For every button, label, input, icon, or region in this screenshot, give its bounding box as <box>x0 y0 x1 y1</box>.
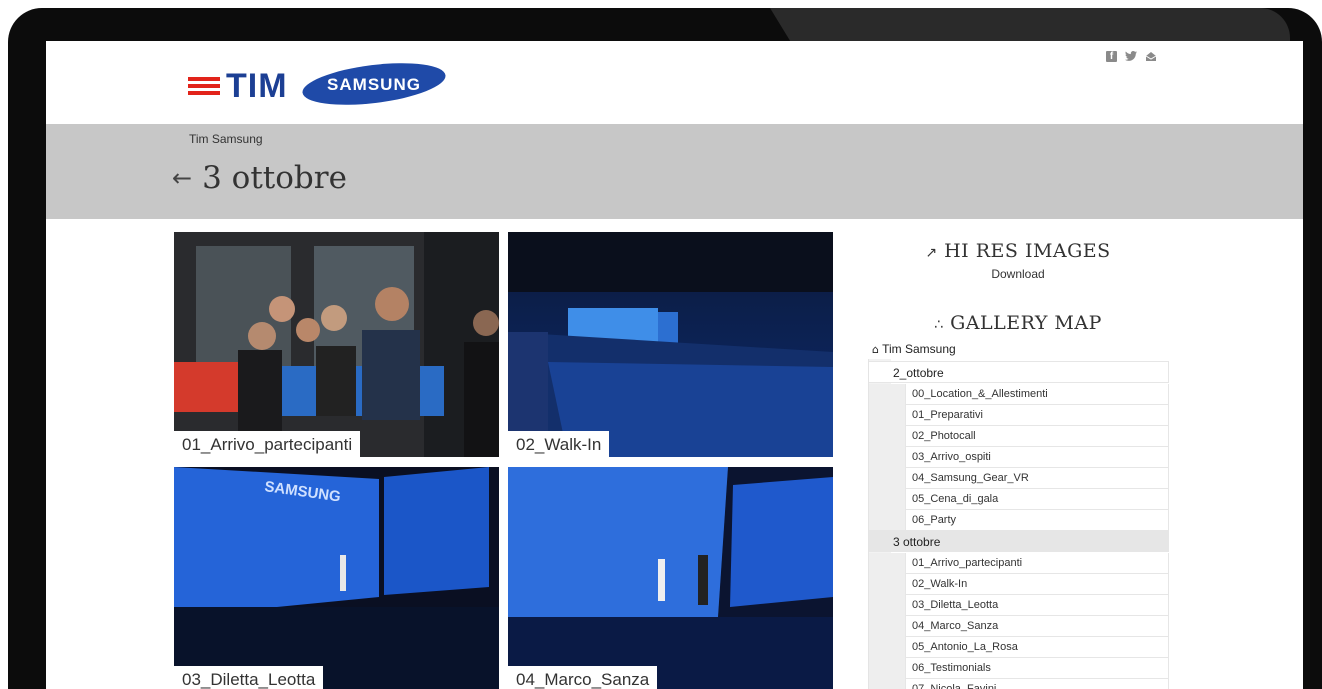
samsung-logo[interactable]: SAMSUNG <box>300 62 448 106</box>
tile-caption: 01_Arrivo_partecipanti <box>174 431 361 457</box>
gallery-tile[interactable]: 01_Arrivo_partecipanti <box>174 232 499 457</box>
tree-group-2-ottobre[interactable]: 2_ottobre <box>869 361 1169 383</box>
page-title: ← 3 ottobre <box>172 160 347 196</box>
tree-item[interactable]: 00_Location_&_Allestimenti <box>905 384 1169 405</box>
tree-item[interactable]: 05_Cena_di_gala <box>905 489 1169 510</box>
tile-photo-walkin <box>508 232 833 457</box>
gallery-tile[interactable]: 04_Marco_Sanza <box>508 467 833 689</box>
tree-item[interactable]: 06_Testimonials <box>905 658 1169 679</box>
external-link-icon: ↗ <box>925 245 938 261</box>
tree-item[interactable]: 01_Arrivo_partecipanti <box>905 553 1169 574</box>
gallery-tile[interactable]: SAMSUNG 03_Diletta_Leotta <box>174 467 499 689</box>
home-icon: ⌂ <box>872 343 879 356</box>
tree-item[interactable]: 02_Walk-In <box>905 574 1169 595</box>
tile-photo-arrivals <box>174 232 499 457</box>
tile-caption: 03_Diletta_Leotta <box>174 666 324 689</box>
hires-title: HI RES IMAGES <box>944 240 1111 262</box>
download-link[interactable]: Download <box>868 267 1168 281</box>
gallery-tree: 2_ottobre 00_Location_&_Allestimenti 01_… <box>868 359 1169 689</box>
tile-caption: 04_Marco_Sanza <box>508 666 658 689</box>
tim-logo-mark <box>188 77 220 95</box>
site-header: TIM SAMSUNG f <box>46 41 1303 124</box>
bezel-reflection <box>770 8 1290 42</box>
tree-item[interactable]: 03_Arrivo_ospiti <box>905 447 1169 468</box>
tree-group-3-ottobre[interactable]: 3 ottobre <box>869 530 1169 552</box>
browser-screen: TIM SAMSUNG f Tim Samsung ← 3 ottobre 01… <box>46 41 1303 689</box>
hires-heading: ↗ HI RES IMAGES <box>868 240 1168 262</box>
tim-logo-text: TIM <box>226 67 288 105</box>
tree-item[interactable]: 05_Antonio_La_Rosa <box>905 637 1169 658</box>
tree-item[interactable]: 07_Nicola_Favini <box>905 679 1169 689</box>
samsung-logo-text: SAMSUNG <box>327 75 421 94</box>
tile-photo-stage-diletta: SAMSUNG <box>174 467 499 689</box>
gallery-tile[interactable]: 02_Walk-In <box>508 232 833 457</box>
tree-item[interactable]: 03_Diletta_Leotta <box>905 595 1169 616</box>
social-links: f <box>1106 51 1157 65</box>
back-arrow-icon[interactable]: ← <box>172 164 192 192</box>
tree-item[interactable]: 02_Photocall <box>905 426 1169 447</box>
tim-logo[interactable]: TIM <box>188 69 288 103</box>
twitter-icon[interactable] <box>1125 51 1137 65</box>
tree-item[interactable]: 04_Marco_Sanza <box>905 616 1169 637</box>
share-icon[interactable] <box>1145 51 1157 65</box>
tree-root[interactable]: ⌂ Tim Samsung <box>872 342 956 356</box>
page-title-text: 3 ottobre <box>202 160 347 196</box>
tile-caption: 02_Walk-In <box>508 431 610 457</box>
gallery-map-title: GALLERY MAP <box>950 312 1102 334</box>
tree-item[interactable]: 01_Preparativi <box>905 405 1169 426</box>
sitemap-icon: ∴ <box>934 317 944 333</box>
tree-item[interactable]: 04_Samsung_Gear_VR <box>905 468 1169 489</box>
title-bar: Tim Samsung ← 3 ottobre <box>46 124 1303 219</box>
breadcrumb[interactable]: Tim Samsung <box>189 132 263 146</box>
tile-photo-stage-marco <box>508 467 833 689</box>
gallery-map-heading: ∴ GALLERY MAP <box>868 312 1168 334</box>
facebook-icon[interactable]: f <box>1106 51 1117 62</box>
tree-root-label: Tim Samsung <box>882 342 956 356</box>
tree-item[interactable]: 06_Party <box>905 510 1169 531</box>
